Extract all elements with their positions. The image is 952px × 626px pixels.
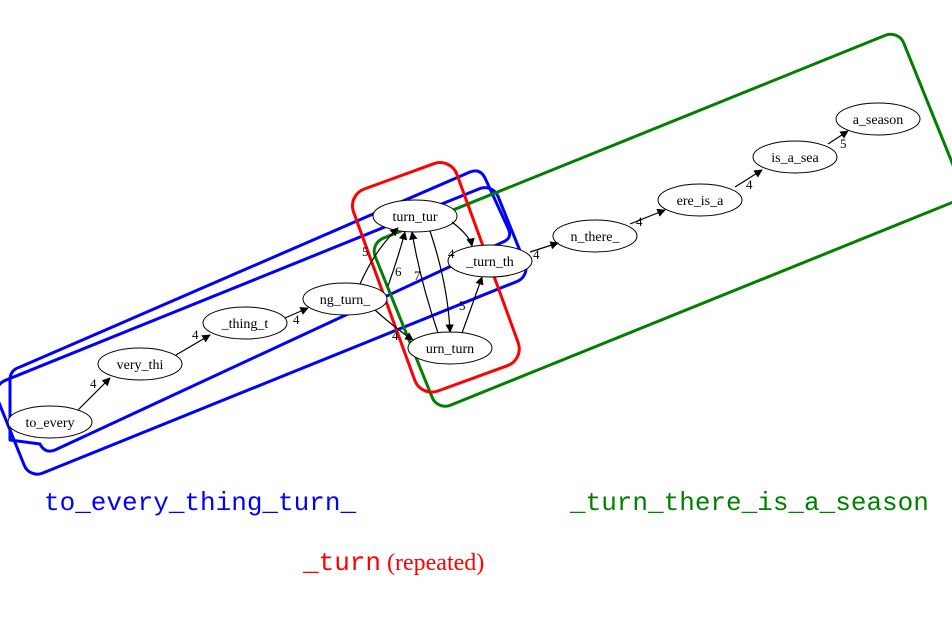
node-label: _thing_t xyxy=(221,317,269,332)
caption-left: to_every_thing_turn_ xyxy=(44,488,356,518)
caption-bottom-plain: (repeated) xyxy=(381,550,484,576)
caption-right: _turn_there_is_a_season xyxy=(570,488,929,518)
edge-label: 4 xyxy=(746,177,753,192)
node-label: ng_turn_ xyxy=(320,293,372,308)
node-label: very_thi xyxy=(117,358,164,373)
node-label: turn_tur xyxy=(392,210,437,225)
edge-label: 5 xyxy=(459,298,466,313)
node-label: ere_is_a xyxy=(677,194,724,209)
node-ere-is-a: ere_is_a xyxy=(658,184,742,216)
node-urn-turn: urn_turn xyxy=(408,332,492,364)
edge-label: 7 xyxy=(414,268,421,283)
node-label: _turn_th xyxy=(465,255,513,270)
node-label: n_there_ xyxy=(571,230,621,245)
edge-label: 5 xyxy=(362,244,369,259)
node-is-a-sea: is_a_sea xyxy=(753,141,837,173)
node-to-every: to_every xyxy=(8,406,92,438)
node-turn-th: _turn_th xyxy=(448,245,532,277)
edge-label: 4 xyxy=(293,312,300,327)
edge-label: 4 xyxy=(533,247,540,262)
edge-label: 4 xyxy=(392,328,399,343)
edge-label: 4 xyxy=(636,214,643,229)
caption-bottom: _turn (repeated) xyxy=(303,548,484,578)
node-thing-t: _thing_t xyxy=(203,307,287,339)
node-very-thi: very_thi xyxy=(98,348,182,380)
edge-4b xyxy=(452,222,472,246)
node-a-season: a_season xyxy=(836,103,920,135)
node-label: to_every xyxy=(26,416,75,431)
edge-label: 4 xyxy=(192,327,199,342)
node-turn-tur: turn_tur xyxy=(373,200,457,232)
edge-label: 6 xyxy=(395,264,402,279)
node-ng-turn: ng_turn_ xyxy=(303,283,387,315)
caption-bottom-code: _turn xyxy=(303,548,381,578)
debruijn-graph-diagram: to_every very_thi _thing_t ng_turn_ turn… xyxy=(0,0,952,626)
node-label: a_season xyxy=(853,113,904,128)
edge-label: 4 xyxy=(448,246,455,261)
edge-label: 4 xyxy=(90,376,97,391)
node-label: urn_turn xyxy=(426,342,474,357)
edge-label: 5 xyxy=(840,136,847,151)
node-n-there: n_there_ xyxy=(553,220,637,252)
node-label: is_a_sea xyxy=(771,151,819,166)
